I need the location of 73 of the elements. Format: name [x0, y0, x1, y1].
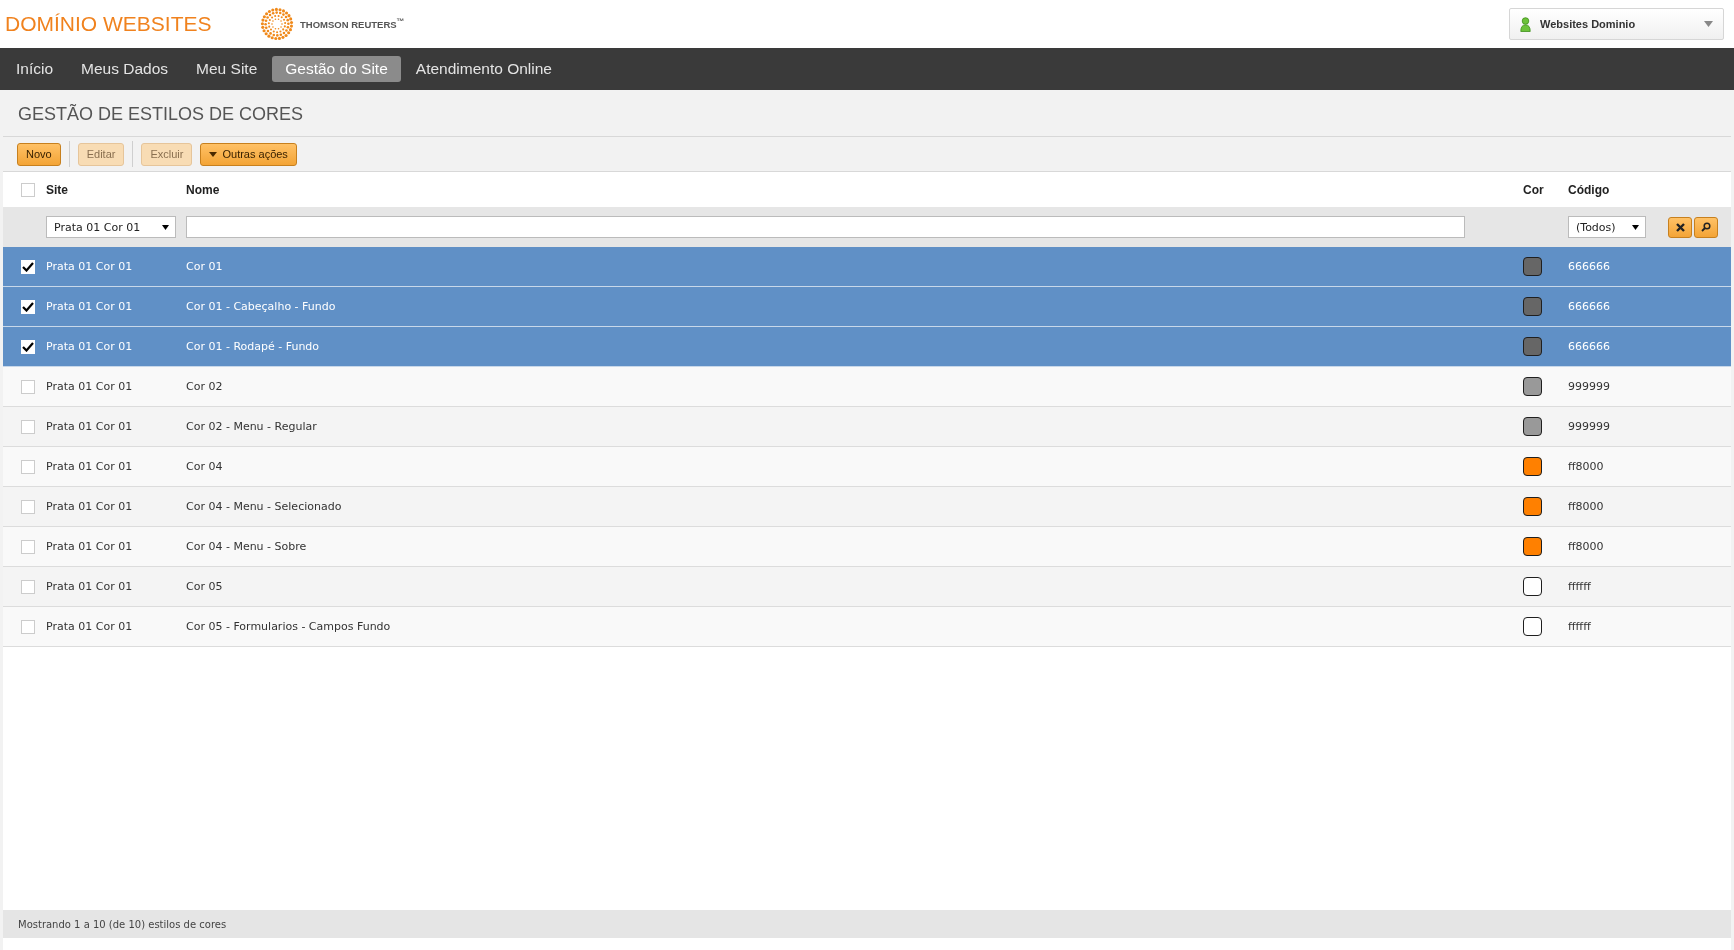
table-cell: ff8000: [1568, 540, 1604, 553]
user-menu[interactable]: Websites Dominio: [1509, 8, 1724, 40]
table-cell: Prata 01 Cor 01: [46, 620, 133, 633]
table-cell: Cor 01 - Rodapé - Fundo: [186, 340, 320, 353]
site-filter-select[interactable]: Prata 01 Cor 01: [46, 216, 176, 238]
caret-icon: [162, 224, 169, 230]
table-row[interactable]: Prata 01 Cor 01 Cor 04 ff8000: [3, 447, 1731, 487]
table-cell: Prata 01 Cor 01: [46, 380, 133, 393]
column-header[interactable]: Cor: [1523, 182, 1544, 197]
table-cell: Prata 01 Cor 01: [46, 500, 133, 513]
code-filter-select[interactable]: (Todos): [1568, 216, 1646, 238]
nav-tab[interactable]: Atendimento Online: [402, 56, 565, 82]
table-cell: Prata 01 Cor 01: [46, 540, 133, 553]
table-cell: 666666: [1568, 260, 1610, 273]
table-row[interactable]: Prata 01 Cor 01 Cor 05 ffffff: [3, 567, 1731, 607]
row-checkbox[interactable]: [21, 459, 35, 474]
caret-icon: [1632, 224, 1639, 230]
table-cell: Cor 04 - Menu - Sobre: [186, 540, 307, 553]
table-cell: Prata 01 Cor 01: [46, 460, 133, 473]
partner-logo-text: THOMSON REUTERS$^{™}$: [300, 17, 405, 31]
search-button[interactable]: [1694, 216, 1718, 238]
row-checkbox[interactable]: [21, 539, 35, 554]
clear-filter-button[interactable]: [1668, 216, 1692, 238]
table-cell: Cor 02 - Menu - Regular: [186, 420, 317, 433]
row-checkbox[interactable]: [21, 619, 35, 634]
row-checkbox[interactable]: [21, 579, 35, 594]
table-row[interactable]: Prata 01 Cor 01 Cor 04 - Menu - Selecionado ff8000: [3, 487, 1731, 527]
column-header[interactable]: Nome: [186, 182, 220, 197]
page-title: GESTÃO DE ESTILOS DE CORES: [3, 90, 1731, 137]
close-icon: [1675, 222, 1685, 232]
nav-tab[interactable]: Meu Site: [183, 56, 271, 82]
table-cell: Prata 01 Cor 01: [46, 340, 133, 353]
table-cell: 999999: [1568, 380, 1610, 393]
table-cell: 666666: [1568, 300, 1610, 313]
table-row[interactable]: Prata 01 Cor 01 Cor 05 - Formularios - Campos Fundo ffffff: [3, 607, 1731, 647]
table-cell: 666666: [1568, 340, 1610, 353]
table-row[interactable]: Prata 01 Cor 01 Cor 02 999999: [3, 367, 1731, 407]
table-cell: ff8000: [1568, 500, 1604, 513]
table-cell: Cor 02: [186, 380, 223, 393]
table-cell: Prata 01 Cor 01: [46, 420, 133, 433]
table-cell: Prata 01 Cor 01: [46, 300, 133, 313]
brand-title: DOMÍNIO WEBSITES: [5, 12, 213, 36]
caret-icon: [1704, 21, 1713, 27]
dotted-circle-logo-icon: [260, 7, 294, 41]
table-cell: Cor 01: [186, 260, 223, 273]
search-icon: [1701, 222, 1711, 232]
caret-icon: [209, 151, 218, 157]
row-checkbox[interactable]: [21, 379, 35, 394]
row-checkbox[interactable]: [21, 419, 35, 434]
status-text: Mostrando 1 a 10 (de 10) estilos de cores: [18, 918, 227, 930]
table-cell: Cor 04: [186, 460, 223, 473]
nav-tab[interactable]: Início: [3, 56, 67, 82]
table-cell: Cor 05: [186, 580, 223, 593]
table-cell: Prata 01 Cor 01: [46, 260, 133, 273]
table-cell: ffffff: [1568, 580, 1591, 593]
nav-tab[interactable]: Meus Dados: [68, 56, 182, 82]
select-all-checkbox[interactable]: [21, 182, 35, 197]
row-checkbox[interactable]: [21, 499, 35, 514]
user-icon: [1520, 16, 1531, 32]
table-cell: ffffff: [1568, 620, 1591, 633]
table-cell: Prata 01 Cor 01: [46, 580, 133, 593]
table-cell: Cor 01 - Cabeçalho - Fundo: [186, 300, 336, 313]
column-header[interactable]: Site: [46, 182, 68, 197]
actions-dropdown[interactable]: Outras ações: [200, 142, 297, 166]
toolbar-button[interactable]: Novo: [17, 142, 61, 166]
table-cell: Cor 05 - Formularios - Campos Fundo: [186, 620, 391, 633]
table-cell: ff8000: [1568, 460, 1604, 473]
table-row[interactable]: Prata 01 Cor 01 Cor 04 - Menu - Sobre ff8000: [3, 527, 1731, 567]
table-cell: 999999: [1568, 420, 1610, 433]
column-header[interactable]: Código: [1568, 182, 1610, 197]
name-filter-field[interactable]: [186, 216, 1465, 238]
table-cell: Cor 04 - Menu - Selecionado: [186, 500, 342, 513]
table-row[interactable]: Prata 01 Cor 01 Cor 02 - Menu - Regular 999999: [3, 407, 1731, 447]
